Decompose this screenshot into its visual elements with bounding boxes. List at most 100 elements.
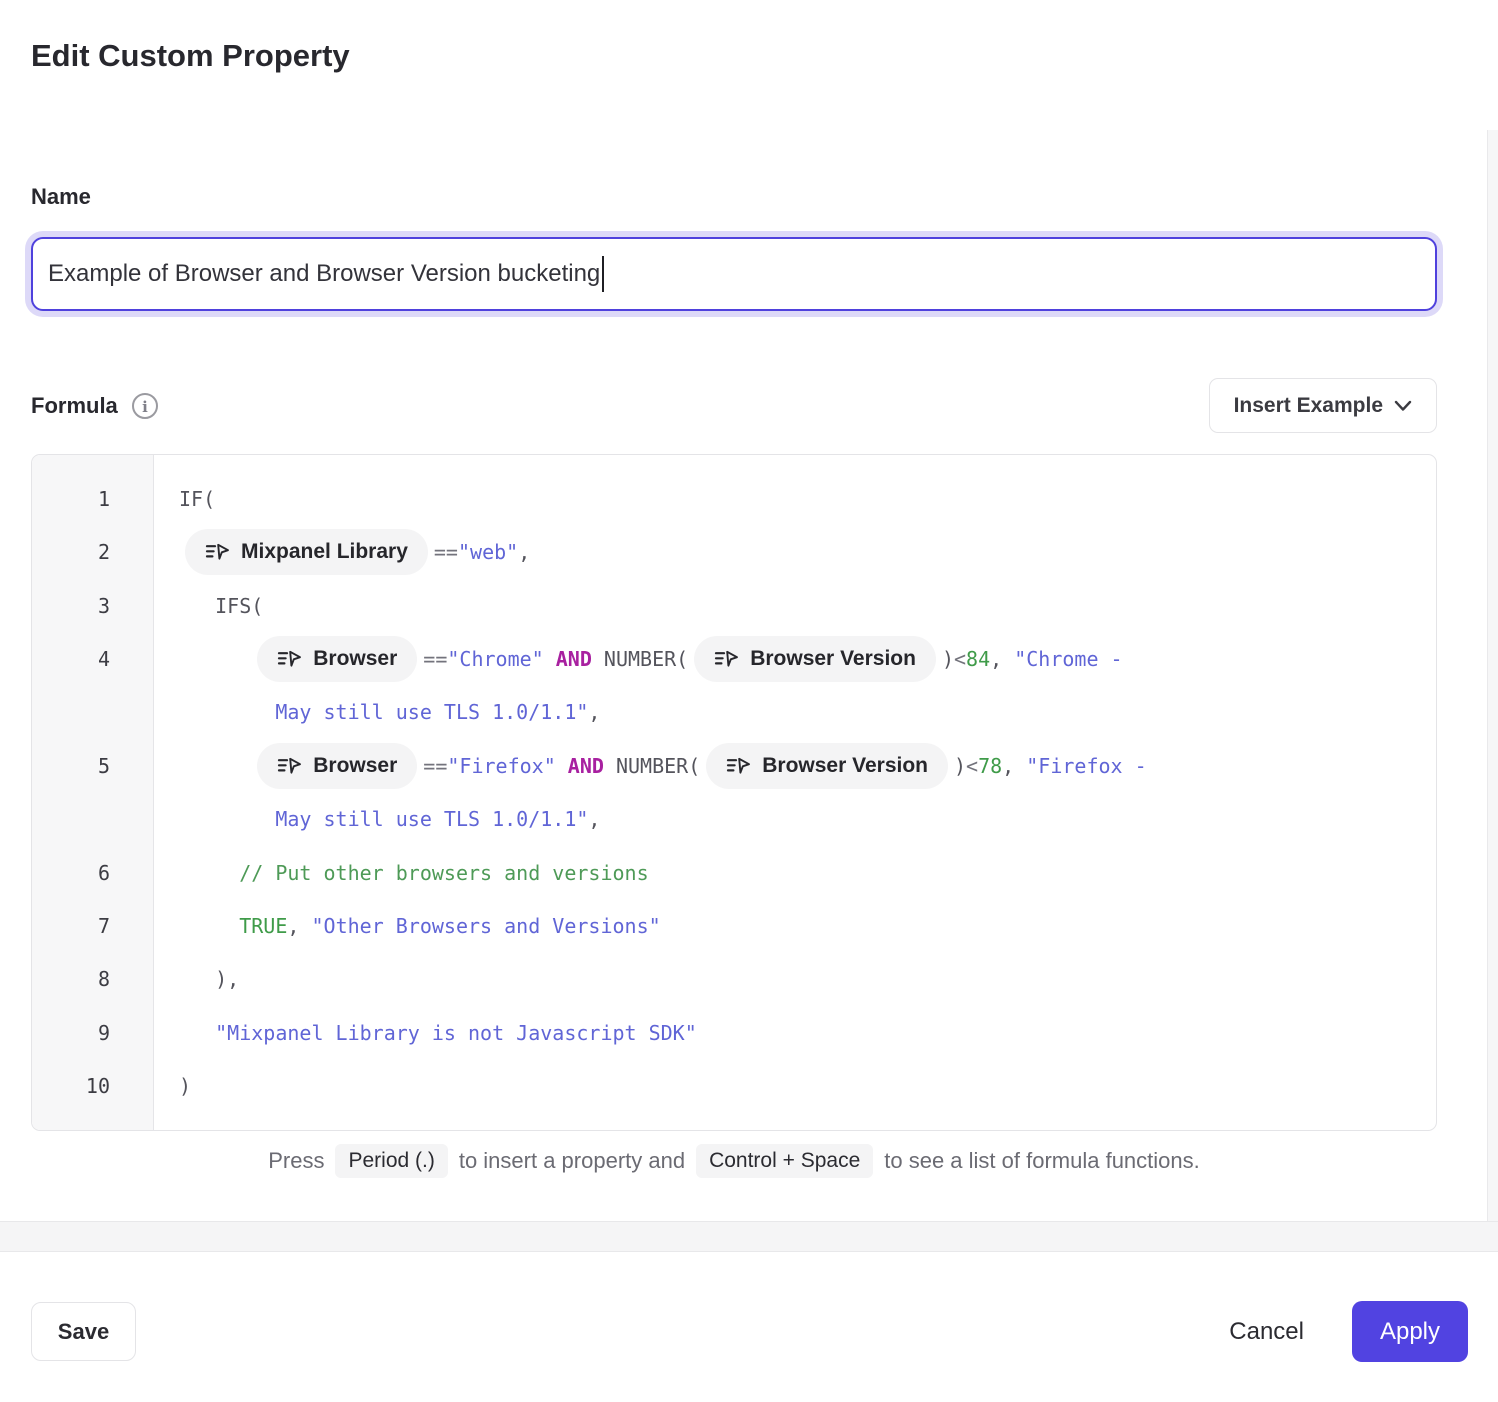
save-button[interactable]: Save [31, 1302, 136, 1361]
formula-hint: Press Period (.) to insert a property an… [31, 1144, 1437, 1178]
code-segment-string: "Firefox" [447, 754, 555, 778]
edit-custom-property-dialog: Edit Custom Property Name Example of Bro… [0, 0, 1498, 1178]
code-segment-plain: , [518, 540, 530, 564]
property-chip-label: Browser [313, 754, 397, 778]
footer: Save Cancel Apply [31, 1301, 1468, 1362]
hint-prefix: Press [268, 1148, 324, 1174]
code-line: 6 // Put other browsers and versions [32, 846, 1436, 899]
code-segment-string: "Chrome" [447, 647, 543, 671]
code-content: IFS( [154, 594, 1436, 618]
property-chip[interactable]: Browser Version [706, 743, 948, 789]
info-icon[interactable]: i [131, 392, 159, 420]
name-input[interactable]: Example of Browser and Browser Version b… [31, 237, 1437, 311]
formula-label: Formula [31, 393, 118, 419]
code-segment-plain [544, 647, 556, 671]
formula-header-row: Formula i Insert Example [31, 378, 1437, 433]
property-chip-label: Browser Version [750, 647, 916, 671]
property-chip[interactable]: Mixpanel Library [185, 529, 428, 575]
code-segment-plain [179, 914, 239, 938]
code-content: Browser =="Firefox" AND NUMBER(Browser Ve… [154, 743, 1436, 789]
code-segment-plain: , [588, 807, 600, 831]
code-segment-plain [179, 807, 275, 831]
code-segment-plain: , [990, 647, 1014, 671]
code-segment-string: "web" [458, 540, 518, 564]
code-content: May still use TLS 1.0/1.1", [154, 807, 1436, 831]
code-segment-true: TRUE [239, 914, 287, 938]
line-number: 4 [32, 647, 154, 671]
code-segment-and: AND [568, 754, 604, 778]
code-line: May still use TLS 1.0/1.1", [32, 793, 1436, 846]
code-segment-op: == [423, 754, 447, 778]
code-content: Mixpanel Library=="web", [154, 529, 1436, 575]
code-line: 5 Browser =="Firefox" AND NUMBER(Browser … [32, 739, 1436, 792]
code-content: TRUE, "Other Browsers and Versions" [154, 914, 1436, 938]
kbd-control-space: Control + Space [696, 1144, 873, 1178]
line-number: 5 [32, 754, 154, 778]
code-line: 10) [32, 1059, 1436, 1112]
formula-editor[interactable]: 1IF(2Mixpanel Library=="web",3 IFS(4 Bro… [31, 454, 1437, 1131]
code-segment-and: AND [556, 647, 592, 671]
code-content: ) [154, 1074, 1436, 1098]
code-segment-plain: ), [179, 967, 239, 991]
code-segment-plain: ) [179, 1074, 191, 1098]
code-segment-string: "Other Browsers and Versions" [311, 914, 660, 938]
code-segment-op: == [423, 647, 447, 671]
code-content: IF( [154, 487, 1436, 511]
code-line: 8 ), [32, 953, 1436, 1006]
name-label: Name [31, 184, 1437, 210]
code-line: May still use TLS 1.0/1.1", [32, 686, 1436, 739]
code-segment-plain: NUMBER( [604, 754, 700, 778]
code-segment-string: "Chrome - [1014, 647, 1122, 671]
code-line: 3 IFS( [32, 579, 1436, 632]
code-segment-string: "Mixpanel Library is not Javascript SDK" [215, 1021, 697, 1045]
property-chip[interactable]: Browser Version [694, 636, 936, 682]
scrollbar-track[interactable] [1487, 130, 1498, 1221]
code-segment-plain [179, 1021, 215, 1045]
kbd-period: Period (.) [335, 1144, 447, 1178]
code-segment-plain: , [1002, 754, 1026, 778]
code-segment-plain [179, 647, 251, 671]
formula-editor-lines: 1IF(2Mixpanel Library=="web",3 IFS(4 Bro… [32, 472, 1436, 1113]
property-chip[interactable]: Browser [257, 743, 417, 789]
property-chip[interactable]: Browser [257, 636, 417, 682]
code-segment-op: < [966, 754, 978, 778]
property-chip-label: Browser [313, 647, 397, 671]
property-chip-label: Mixpanel Library [241, 540, 408, 564]
insert-example-label: Insert Example [1234, 394, 1383, 418]
property-icon [277, 756, 302, 776]
code-segment-plain: ) [942, 647, 954, 671]
code-segment-string: "Firefox - [1026, 754, 1146, 778]
cancel-button[interactable]: Cancel [1223, 1317, 1310, 1347]
code-segment-comment: // Put other browsers and versions [239, 861, 648, 885]
code-segment-op: < [954, 647, 966, 671]
code-segment-plain [179, 700, 275, 724]
code-segment-string: May still use TLS 1.0/1.1" [275, 807, 588, 831]
code-content: "Mixpanel Library is not Javascript SDK" [154, 1021, 1436, 1045]
apply-button[interactable]: Apply [1352, 1301, 1468, 1362]
code-segment-number: 84 [966, 647, 990, 671]
code-segment-plain: ) [954, 754, 966, 778]
code-line: 7 TRUE, "Other Browsers and Versions" [32, 899, 1436, 952]
code-segment-plain: IF( [179, 487, 215, 511]
property-icon [726, 756, 751, 776]
hint-suffix: to see a list of formula functions. [884, 1148, 1200, 1174]
code-content: May still use TLS 1.0/1.1", [154, 700, 1436, 724]
code-content: // Put other browsers and versions [154, 861, 1436, 885]
code-segment-plain: IFS( [179, 594, 263, 618]
footer-divider-band [0, 1221, 1498, 1252]
property-icon [277, 649, 302, 669]
formula-label-wrap: Formula i [31, 392, 159, 420]
line-number: 3 [32, 594, 154, 618]
code-line: 1IF( [32, 472, 1436, 525]
code-segment-number: 78 [978, 754, 1002, 778]
code-line: 2Mixpanel Library=="web", [32, 526, 1436, 579]
code-segment-plain [556, 754, 568, 778]
hint-middle: to insert a property and [459, 1148, 685, 1174]
chevron-down-icon [1394, 394, 1412, 418]
code-line: 9 "Mixpanel Library is not Javascript SD… [32, 1006, 1436, 1059]
property-icon [205, 542, 230, 562]
line-number: 9 [32, 1021, 154, 1045]
line-number: 7 [32, 914, 154, 938]
code-segment-plain: NUMBER( [592, 647, 688, 671]
insert-example-button[interactable]: Insert Example [1209, 378, 1437, 433]
